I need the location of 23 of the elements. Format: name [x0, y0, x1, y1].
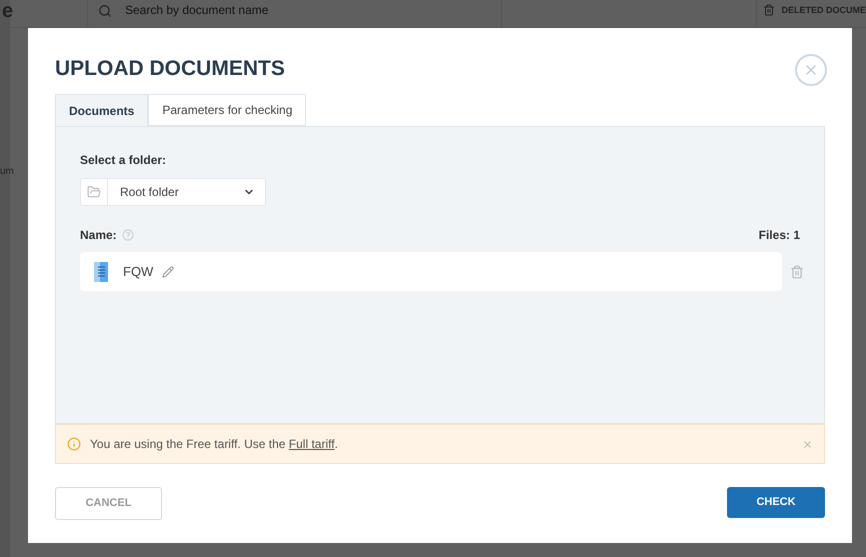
alert-text: You are using the Free tariff. Use the Full tariff. — [90, 436, 338, 453]
folder-label: Select a folder: — [80, 152, 168, 169]
name-label: Name: — [80, 227, 117, 244]
help-icon[interactable] — [122, 229, 134, 241]
trash-icon — [763, 4, 776, 16]
check-button[interactable]: CHECK — [727, 487, 825, 518]
close-icon[interactable] — [802, 438, 813, 450]
full-tariff-link[interactable]: Full tariff — [288, 437, 335, 451]
search-icon — [98, 4, 112, 18]
tab[interactable]: Parameters for checking — [148, 94, 306, 126]
delete-icon[interactable] — [790, 264, 804, 278]
close-button[interactable] — [795, 54, 827, 86]
info-icon — [67, 437, 81, 451]
tab[interactable]: Documents — [55, 94, 148, 126]
folder-select[interactable]: Root folder — [80, 178, 266, 206]
document-icon — [93, 262, 109, 282]
file-name: FQW — [123, 262, 154, 281]
dialog-title: UPLOAD DOCUMENTS — [55, 56, 285, 82]
edit-icon[interactable] — [162, 266, 174, 278]
logo-fragment: e — [2, 0, 14, 22]
side-text-fragment: um — [0, 166, 14, 177]
folder-icon — [87, 185, 101, 199]
files-count: Files: 1 — [758, 227, 800, 244]
